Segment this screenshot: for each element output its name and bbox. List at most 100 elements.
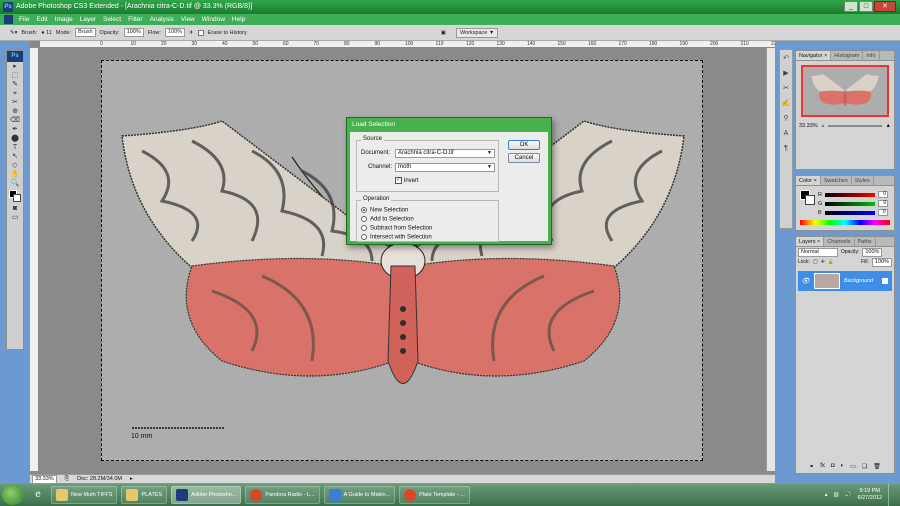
brushes-panel-icon[interactable]: ✍	[780, 98, 792, 110]
menu-analysis[interactable]: Analysis	[150, 16, 174, 23]
tab-navigator[interactable]: Navigator ×	[796, 51, 832, 60]
layer-visibility-eye-icon[interactable]: 👁	[801, 277, 810, 285]
navigator-zoom-value[interactable]: 33.33%	[799, 123, 818, 129]
navigator-zoom-slider[interactable]	[828, 125, 882, 127]
lock-pixels-icon[interactable]: ▢	[813, 259, 818, 265]
minimize-button[interactable]: _	[844, 1, 858, 12]
brush-preset-picker[interactable]: ● 11	[41, 30, 52, 36]
close-button[interactable]: ✕	[874, 1, 896, 12]
radio-new-selection[interactable]	[361, 207, 367, 213]
red-value[interactable]: 0	[877, 191, 888, 198]
menu-edit[interactable]: Edit	[36, 16, 47, 23]
character-panel-icon[interactable]: A	[780, 128, 792, 140]
green-value[interactable]: 0	[878, 200, 889, 207]
delete-layer-icon[interactable]: 🗑	[873, 463, 881, 470]
erase-history-checkbox[interactable]	[197, 29, 204, 36]
layer-row-background[interactable]: 👁 Background	[798, 271, 892, 291]
task-guide[interactable]: A Guide to Makin...	[323, 486, 396, 504]
clock[interactable]: 9:19 PM 6/27/2012	[858, 488, 882, 502]
fill-field[interactable]: 100%	[871, 257, 892, 267]
tab-swatches[interactable]: Swatches	[821, 176, 852, 185]
shape-tool-icon[interactable]: ◇	[7, 161, 23, 170]
task-plate-template[interactable]: Plate Template - ...	[399, 486, 470, 504]
vertical-scrollbar[interactable]	[766, 48, 775, 471]
radio-intersect-selection[interactable]	[361, 234, 367, 240]
workspace-button[interactable]: Workspace ▼	[455, 27, 499, 38]
internet-explorer-icon[interactable]: e	[29, 487, 47, 503]
radio-add-selection[interactable]	[361, 216, 367, 222]
task-photoshop[interactable]: Adobe Photosho...	[171, 486, 242, 504]
lock-all-icon[interactable]: 🔒	[828, 259, 834, 265]
op-subtract-selection[interactable]: Subtract from Selection	[361, 225, 432, 232]
tab-histogram[interactable]: Histogram	[831, 51, 864, 60]
tab-color[interactable]: Color ×	[796, 176, 821, 185]
actions-panel-icon[interactable]: ▶	[780, 68, 792, 80]
paragraph-panel-icon[interactable]: ¶	[780, 143, 792, 155]
navigator-thumbnail[interactable]	[801, 65, 889, 117]
green-slider[interactable]	[825, 201, 876, 206]
op-new-selection[interactable]: New Selection	[361, 207, 408, 214]
network-icon[interactable]: ▥	[833, 492, 838, 498]
zoom-level-field[interactable]: 33.33%	[32, 474, 57, 484]
blue-slider[interactable]	[824, 210, 875, 215]
airbrush-icon[interactable]: ✈	[189, 30, 194, 36]
flow-field[interactable]: 100%	[164, 28, 186, 37]
lock-position-icon[interactable]: ✛	[821, 259, 825, 265]
tray-arrow-icon[interactable]: ▴	[825, 492, 828, 498]
quick-mask-icon[interactable]: ◙	[7, 204, 23, 213]
new-layer-icon[interactable]: ❏	[862, 463, 867, 470]
op-intersect-selection[interactable]: Intersect with Selection	[361, 234, 432, 241]
tab-info[interactable]: Info	[863, 51, 880, 60]
task-new-muth-tiffs[interactable]: New Muth TIFFS	[51, 486, 118, 504]
volume-icon[interactable]: 🔊	[845, 492, 852, 498]
show-desktop-button[interactable]	[888, 484, 894, 506]
history-panel-icon[interactable]: ↶	[780, 53, 792, 65]
eraser-tool-icon[interactable]: ⌫	[7, 116, 23, 125]
task-plates[interactable]: PLATES	[121, 486, 168, 504]
menu-view[interactable]: View	[181, 16, 195, 23]
new-group-icon[interactable]: ▭	[850, 463, 856, 470]
color-panel-background-swatch[interactable]	[805, 195, 815, 205]
menu-help[interactable]: Help	[232, 16, 245, 23]
move-tool-icon[interactable]: ▸	[7, 62, 23, 71]
opacity-field[interactable]: 100%	[123, 28, 144, 37]
start-button[interactable]	[2, 485, 24, 505]
zoom-tool-icon[interactable]: 🔍	[7, 179, 23, 188]
ok-button[interactable]: OK	[508, 140, 540, 150]
blend-mode-select[interactable]: Normal	[798, 247, 838, 257]
cancel-button[interactable]: Cancel	[508, 153, 540, 163]
layer-opacity-field[interactable]: 100%	[862, 247, 883, 257]
path-select-tool-icon[interactable]: ↖	[7, 152, 23, 161]
export-icon[interactable]: ⎘	[65, 476, 69, 483]
blue-value[interactable]: 0	[877, 209, 888, 216]
pen-tool-icon[interactable]: ✒	[7, 125, 23, 134]
tab-channels[interactable]: Channels	[824, 237, 855, 246]
task-pandora[interactable]: Pandora Radio - L...	[245, 486, 320, 504]
app-menu-icon[interactable]	[4, 15, 13, 24]
add-mask-icon[interactable]: ◘	[831, 463, 835, 469]
zoom-in-icon[interactable]: ▲	[886, 123, 891, 129]
lasso-tool-icon[interactable]: ✎	[7, 80, 23, 89]
palette-well-icon[interactable]: ▣	[441, 30, 446, 36]
type-tool-icon[interactable]: T	[7, 143, 23, 152]
eraser-tool-icon[interactable]: ✎▾	[10, 30, 17, 36]
adjustment-layer-icon[interactable]: ◐	[841, 463, 845, 469]
menu-file[interactable]: File	[19, 16, 29, 23]
mode-select[interactable]: Brush	[75, 28, 96, 37]
menu-select[interactable]: Select	[103, 16, 121, 23]
op-add-selection[interactable]: Add to Selection	[361, 216, 414, 223]
maximize-button[interactable]: □	[859, 1, 873, 12]
dodge-tool-icon[interactable]: ⬤	[7, 134, 23, 143]
hand-tool-icon[interactable]: ✋	[7, 170, 23, 179]
zoom-out-icon[interactable]: ▵	[822, 123, 825, 129]
menu-window[interactable]: Window	[202, 16, 225, 23]
status-menu-arrow-icon[interactable]: ▸	[130, 476, 133, 482]
color-ramp[interactable]	[800, 220, 890, 225]
tab-styles[interactable]: Styles	[852, 176, 874, 185]
layer-style-icon[interactable]: fx	[820, 463, 825, 469]
menu-image[interactable]: Image	[55, 16, 73, 23]
radio-subtract-selection[interactable]	[361, 225, 367, 231]
crop-tool-icon[interactable]: ✂	[7, 98, 23, 107]
invert-checkbox[interactable]: ✓	[395, 177, 402, 184]
tab-layers[interactable]: Layers ×	[796, 237, 825, 246]
